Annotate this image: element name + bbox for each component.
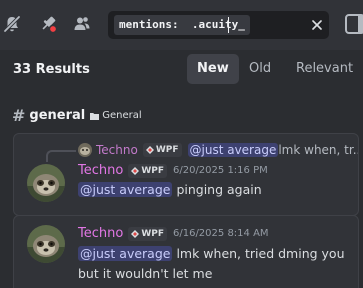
- app-tag: WPF: [128, 227, 167, 241]
- more-options-icon[interactable]: [344, 12, 363, 36]
- search-input[interactable]: mentions: .acuity_: [108, 11, 329, 39]
- message-text: pinging again: [172, 182, 262, 197]
- user-mention[interactable]: @just average: [187, 143, 279, 157]
- pin-icon[interactable]: [36, 12, 60, 36]
- reply-connector: [46, 150, 76, 162]
- app-tag-label: WPF: [155, 145, 179, 155]
- reply-preview[interactable]: Techno WPF @just average lmk when, tr...: [78, 142, 359, 158]
- app-tag: WPF: [142, 143, 182, 157]
- tab-new[interactable]: New: [187, 54, 239, 84]
- notifications-muted-icon[interactable]: [0, 12, 24, 36]
- message-content: @just average lmk when, tried dming you …: [78, 244, 350, 284]
- reply-author[interactable]: Techno: [96, 143, 138, 157]
- channel-name: general: [29, 108, 86, 123]
- app-tag: WPF: [128, 164, 167, 178]
- message-header: Techno WPF 6/16/2025 8:14 AM: [78, 225, 269, 243]
- user-mention[interactable]: @just average: [78, 246, 173, 261]
- avatar[interactable]: [27, 164, 65, 202]
- search-result-message[interactable]: Techno WPF 6/16/2025 8:14 AM @just avera…: [13, 215, 359, 288]
- channel-toolbar: mentions: .acuity_: [0, 0, 363, 50]
- reply-text: lmk when, tr...: [278, 143, 359, 157]
- tab-relevant[interactable]: Relevant: [286, 54, 363, 84]
- search-query-chip: mentions: .acuity_: [114, 15, 250, 35]
- app-tag-label: WPF: [141, 166, 164, 176]
- results-count: 33 Results: [13, 62, 90, 77]
- unread-dot: [48, 24, 58, 34]
- avatar: [78, 143, 92, 157]
- message-header: Techno WPF 6/20/2025 1:16 PM: [78, 162, 268, 180]
- message-timestamp: 6/20/2025 1:16 PM: [172, 165, 268, 176]
- message-author[interactable]: Techno: [78, 162, 123, 180]
- channel-hash-icon: #: [12, 106, 26, 125]
- tab-old[interactable]: Old: [239, 54, 281, 84]
- avatar[interactable]: [27, 225, 65, 263]
- text-caret: [228, 17, 229, 33]
- folder-icon: [90, 112, 100, 120]
- search-results-panel: mentions: .acuity_ 33 Results New Old Re…: [0, 0, 363, 288]
- app-tag-icon: [131, 230, 140, 238]
- message-content: @just average pinging again: [78, 180, 350, 200]
- app-tag-icon: [145, 146, 154, 154]
- app-tag-icon: [131, 167, 140, 175]
- search-result-message[interactable]: Techno WPF @just average lmk when, tr...: [13, 133, 359, 216]
- message-author[interactable]: Techno: [78, 225, 123, 243]
- user-mention[interactable]: @just average: [78, 182, 173, 197]
- member-list-icon[interactable]: [70, 12, 94, 36]
- channel-heading[interactable]: # general General: [12, 107, 142, 125]
- app-tag-label: WPF: [141, 229, 164, 239]
- category-name: General: [102, 110, 142, 121]
- close-icon[interactable]: [308, 16, 326, 34]
- message-timestamp: 6/16/2025 8:14 AM: [172, 228, 269, 239]
